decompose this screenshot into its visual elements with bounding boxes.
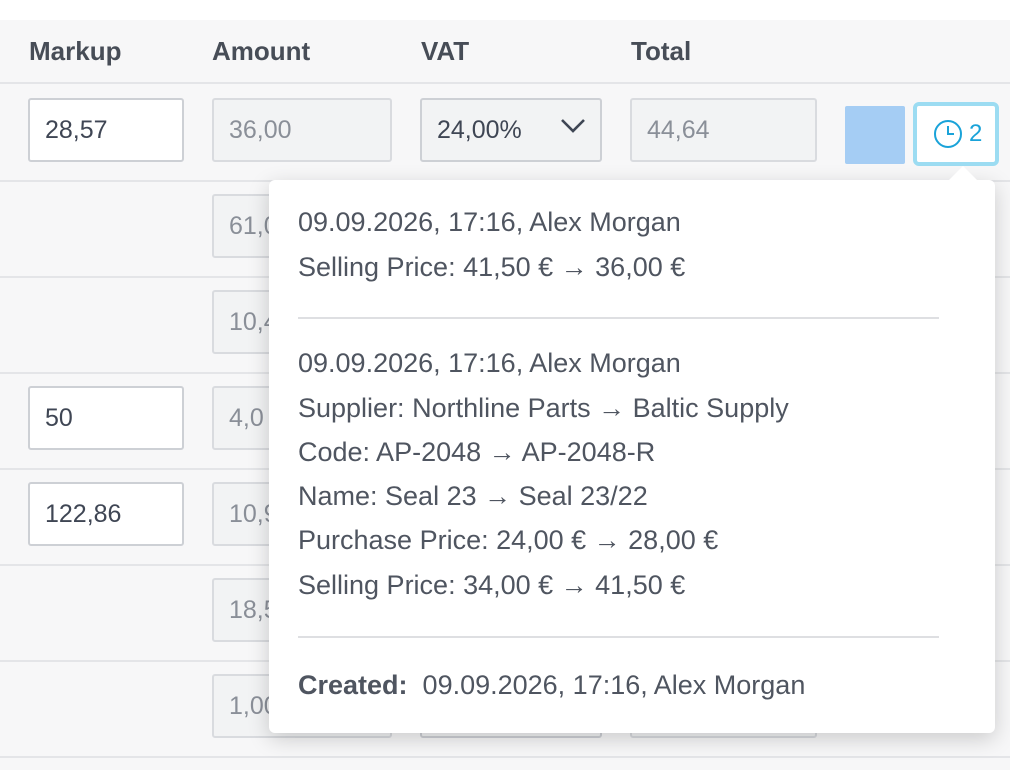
divider	[298, 636, 939, 638]
history-change: Purchase Price: 24,00 € → 28,00 €	[298, 525, 719, 555]
color-swatch[interactable]	[845, 106, 905, 164]
vat-select-value: 24,00%	[437, 116, 522, 144]
table-row: 28,57 36,00 24,00% 44,64 2	[0, 84, 1010, 182]
history-popover: 09.09.2026, 17:16, Alex Morgan Selling P…	[269, 166, 995, 733]
top-strip	[0, 0, 1010, 20]
clock-icon	[934, 120, 962, 148]
markup-input[interactable]: 122,86	[28, 482, 184, 546]
vat-select[interactable]: 24,00%	[420, 98, 602, 162]
chevron-down-icon	[561, 119, 585, 133]
column-header-total: Total	[631, 36, 692, 66]
history-button[interactable]: 2	[913, 102, 999, 166]
history-change: Selling Price: 41,50 € → 36,00 €	[298, 252, 686, 282]
created-value: 09.09.2026, 17:16, Alex Morgan	[422, 670, 806, 700]
created-line: Created: 09.09.2026, 17:16, Alex Morgan	[298, 670, 805, 701]
divider	[298, 317, 939, 319]
history-entry-header: 09.09.2026, 17:16, Alex Morgan	[298, 207, 681, 237]
history-change: Selling Price: 34,00 € → 41,50 €	[298, 570, 686, 600]
created-label: Created:	[298, 670, 408, 700]
column-header-vat: VAT	[421, 36, 470, 66]
total-input: 44,64	[630, 98, 817, 162]
column-header-amount: Amount	[212, 36, 311, 66]
history-change: Supplier: Northline Parts → Baltic Suppl…	[298, 393, 789, 423]
table-header: Markup Amount VAT Total	[0, 20, 1010, 84]
popover-arrow	[947, 166, 979, 182]
markup-input[interactable]: 28,57	[28, 98, 184, 162]
column-header-markup: Markup	[29, 36, 122, 66]
amount-input: 36,00	[212, 98, 392, 162]
history-change: Name: Seal 23 → Seal 23/22	[298, 481, 648, 511]
markup-input[interactable]: 50	[28, 386, 184, 450]
history-count: 2	[969, 120, 983, 147]
history-change: Code: AP-2048 → AP-2048-R	[298, 437, 656, 467]
history-entry-header: 09.09.2026, 17:16, Alex Morgan	[298, 348, 681, 378]
